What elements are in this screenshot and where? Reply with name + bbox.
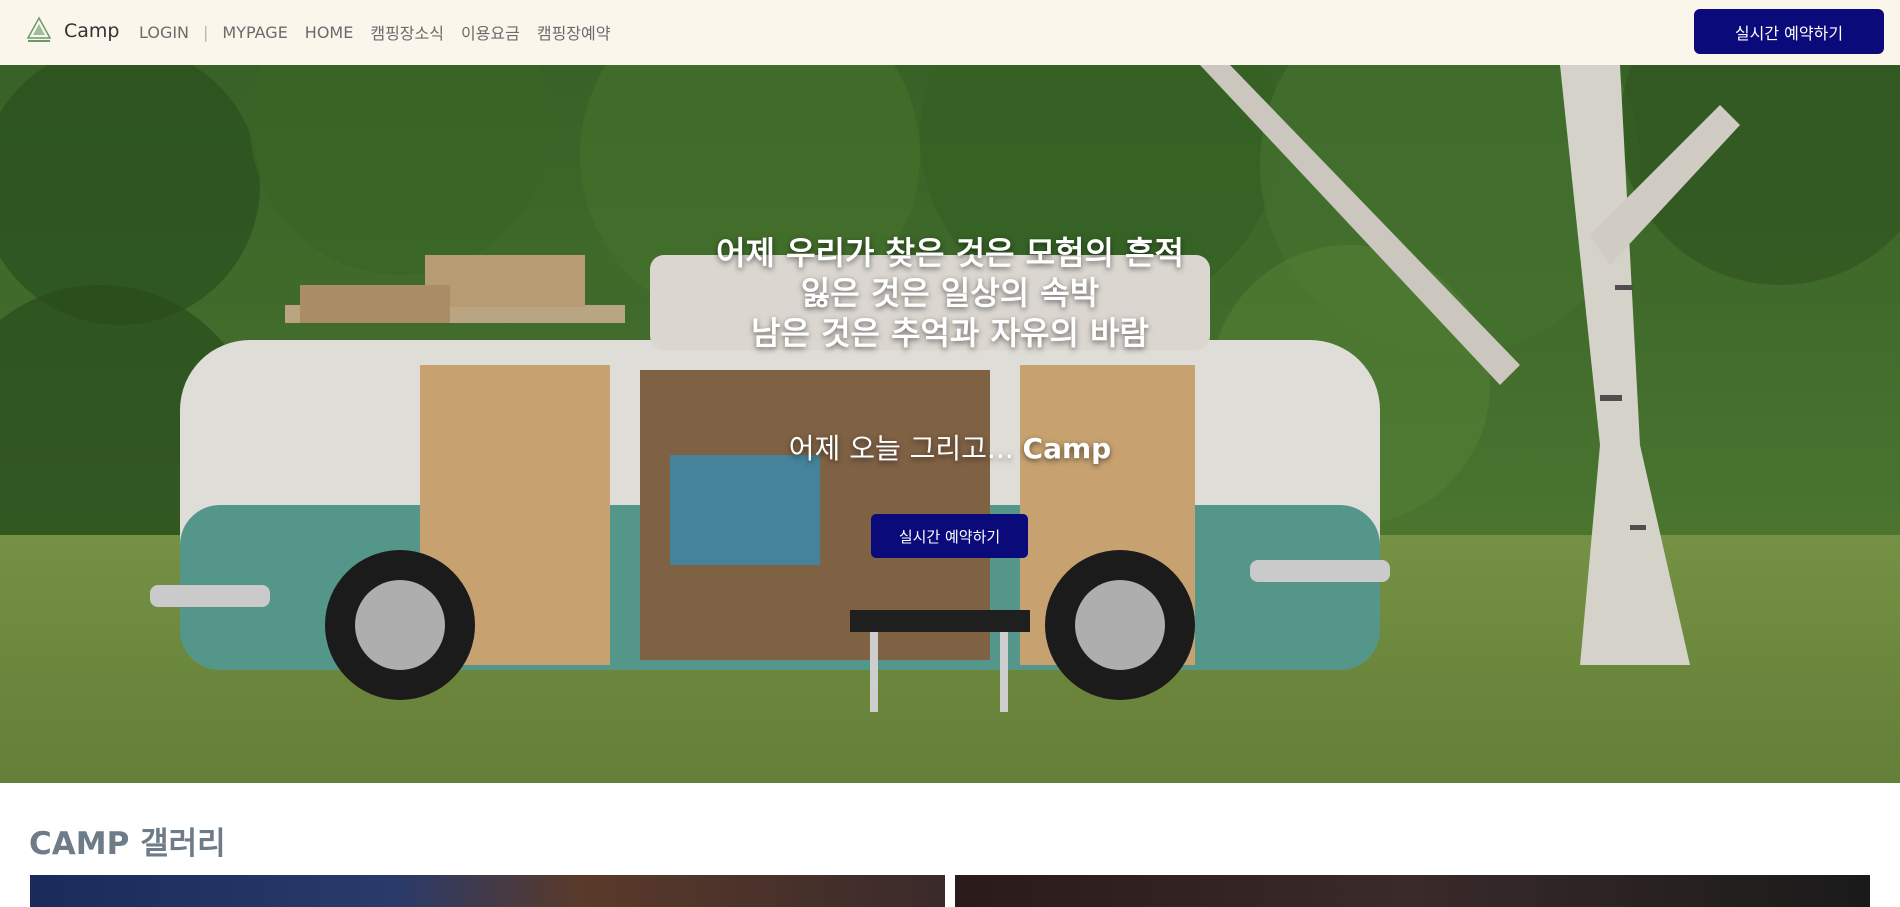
hero-subtitle-brand: Camp — [1022, 432, 1112, 465]
hero-banner: 어제 우리가 찾은 것은 모험의 흔적 잃은 것은 일상의 속박 남은 것은 추… — [0, 65, 1900, 783]
camp-logo-icon — [26, 16, 52, 42]
gallery-image-1[interactable] — [30, 875, 945, 907]
gallery-image-2[interactable] — [955, 875, 1870, 907]
top-navbar: Camp LOGIN | MYPAGE HOME 캠핑장소식 이용요금 캠핑장예… — [0, 0, 1900, 65]
hero-booking-button[interactable]: 실시간 예약하기 — [871, 514, 1028, 558]
realtime-booking-button[interactable]: 실시간 예약하기 — [1694, 9, 1884, 54]
hero-subtitle-text: 어제 오늘 그리고... — [788, 432, 1023, 465]
nav-reservation[interactable]: 캠핑장예약 — [537, 20, 611, 44]
hero-headline-line-2: 잃은 것은 일상의 속박 — [800, 274, 1100, 312]
nav-home[interactable]: HOME — [305, 23, 354, 42]
hero-text-block: 어제 우리가 찾은 것은 모험의 흔적 잃은 것은 일상의 속박 남은 것은 추… — [0, 65, 1900, 783]
nav-menu: LOGIN | MYPAGE HOME 캠핑장소식 이용요금 캠핑장예약 — [139, 20, 627, 44]
nav-camp-news[interactable]: 캠핑장소식 — [370, 20, 444, 44]
brand-name: Camp — [64, 20, 120, 42]
nav-pricing[interactable]: 이용요금 — [461, 20, 520, 44]
nav-separator: | — [203, 22, 209, 42]
brand[interactable]: Camp — [26, 16, 119, 46]
hero-headline-line-1: 어제 우리가 찾은 것은 모험의 흔적 — [716, 234, 1184, 272]
gallery-title: CAMP 갤러리 — [29, 826, 226, 862]
nav-mypage[interactable]: MYPAGE — [222, 23, 287, 42]
hero-subtitle: 어제 오늘 그리고... Camp — [0, 427, 1900, 467]
nav-login[interactable]: LOGIN — [139, 23, 189, 42]
hero-headline-line-3: 남은 것은 추억과 자유의 바람 — [751, 314, 1149, 352]
